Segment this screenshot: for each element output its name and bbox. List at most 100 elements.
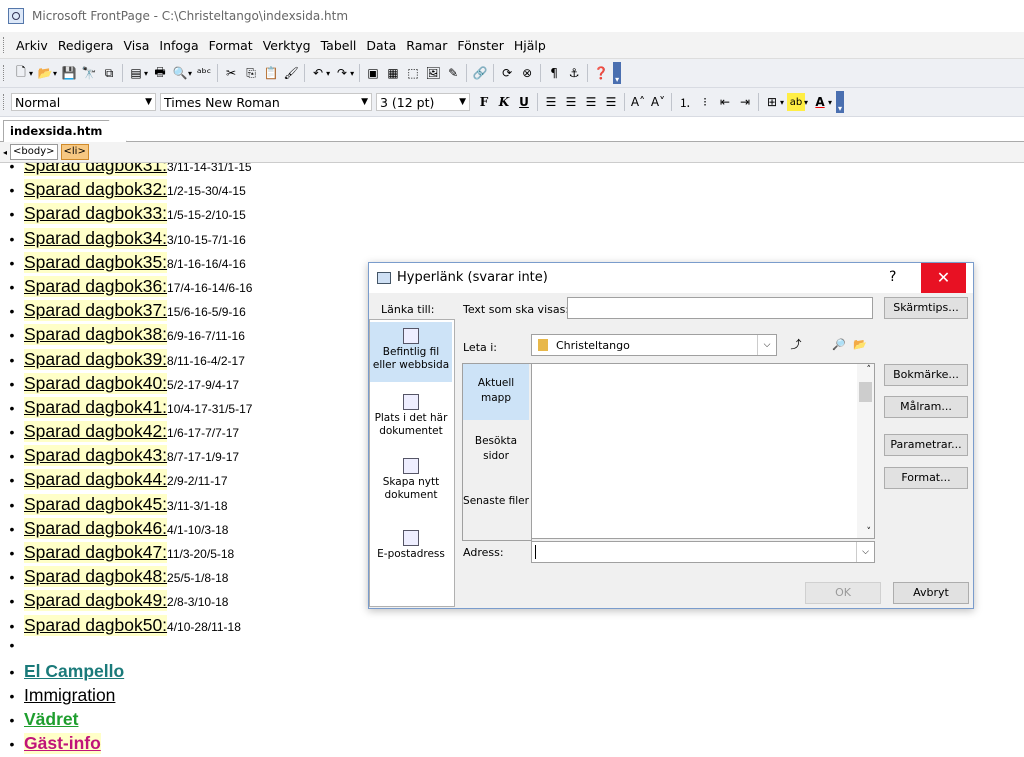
publish-icon[interactable]: ⧉ [100,64,118,82]
menu-data[interactable]: Data [361,38,401,53]
toolbar-overflow-icon[interactable]: ▾ [613,62,622,84]
font-select[interactable]: Times New Roman ▼ [160,93,372,111]
menu-visa[interactable]: Visa [118,38,154,53]
text-to-display-field[interactable] [567,297,873,319]
underline-icon[interactable]: U [515,93,533,111]
spelling-icon[interactable]: ᵃᵇᶜ [195,64,213,82]
toolbar-overflow-icon[interactable]: ▾ [836,91,845,113]
hyperlink-icon[interactable]: 🔗 [471,64,489,82]
align-left-icon[interactable]: ☰ [542,93,560,111]
diary-link[interactable]: Sparad dagbok46: [24,517,168,539]
menu-infoga[interactable]: Infoga [154,38,203,53]
align-right-icon[interactable]: ☰ [582,93,600,111]
diary-link[interactable]: Sparad dagbok33: [24,203,168,225]
site-link[interactable]: El Campello [24,661,124,682]
address-field[interactable]: ⌵ [531,541,875,563]
web-component-icon[interactable]: ▣ [364,64,382,82]
drawing-icon[interactable]: ✎ [444,64,462,82]
toolbar-grip[interactable] [3,37,7,53]
help-icon[interactable]: ❓ [592,64,610,82]
bookmark-button[interactable]: Bokmärke... [884,364,968,386]
site-link[interactable]: Vädret [24,709,78,730]
style-select[interactable]: Normal ▼ [11,93,156,111]
link-place-in-document[interactable]: Plats i det här dokumentet [370,394,452,438]
frontpage-app-icon[interactable] [8,8,24,24]
diary-link[interactable]: Sparad dagbok42: [24,421,168,443]
link-existing-file[interactable]: Befintlig fil eller webbsida [370,322,452,382]
scrollbar[interactable]: ˄ ˅ [857,364,874,538]
diary-link[interactable]: Sparad dagbok37: [24,300,168,322]
diary-link[interactable]: Sparad dagbok49: [24,590,168,612]
diary-link[interactable]: Sparad dagbok34: [24,227,168,249]
diary-link[interactable]: Sparad dagbok36: [24,275,168,297]
diary-link[interactable]: Sparad dagbok38: [24,324,168,346]
screentip-button[interactable]: Skärmtips... [884,297,968,319]
save-icon[interactable]: 💾 [60,64,78,82]
file-list[interactable]: ˄ ˅ [531,363,875,539]
format-painter-icon[interactable]: 🖌 [282,64,300,82]
scroll-up-icon[interactable]: ˄ [867,365,872,375]
decrease-font-icon[interactable]: A˅ [649,93,667,111]
toolbar-grip[interactable] [3,94,7,110]
browse-file-icon[interactable]: 📂 [851,336,869,354]
tag-body[interactable]: <body> [10,144,58,160]
diary-link[interactable]: Sparad dagbok47: [24,542,168,563]
bold-icon[interactable]: F [475,93,493,111]
increase-indent-icon[interactable]: ⇥ [736,93,754,111]
copy-icon[interactable]: ⎘ [242,64,260,82]
tag-li[interactable]: <li> [60,144,89,160]
diary-link[interactable]: Sparad dagbok40: [24,372,168,394]
diary-link[interactable]: Sparad dagbok50: [24,614,168,636]
diary-link[interactable]: Sparad dagbok44: [24,469,168,491]
borders-icon[interactable]: ⊞ [763,93,781,111]
numbered-list-icon[interactable]: ⒈ [676,93,694,111]
menu-tabell[interactable]: Tabell [316,38,362,53]
browse-web-icon[interactable]: 🔎 [830,336,848,354]
diary-link[interactable]: Sparad dagbok43: [24,445,168,467]
menu-hjälp[interactable]: Hjälp [509,38,551,53]
cut-icon[interactable]: ✂ [222,64,240,82]
undo-icon[interactable]: ↶ [309,64,327,82]
site-link[interactable]: Immigration [24,685,115,706]
open-folder-icon[interactable]: 📂 [36,64,54,82]
decrease-indent-icon[interactable]: ⇤ [716,93,734,111]
font-color-icon[interactable]: A [811,93,829,111]
ok-button[interactable]: OK [805,582,881,604]
diary-link[interactable]: Sparad dagbok41: [24,396,168,418]
find-icon[interactable]: 🔭 [80,64,98,82]
look-in-select[interactable]: Christeltango ⌵ [531,334,777,356]
parameters-button[interactable]: Parametrar... [884,434,968,456]
increase-font-icon[interactable]: A˄ [629,93,647,111]
up-folder-icon[interactable]: ⤴ [787,336,805,354]
diary-link[interactable]: Sparad dagbok31: [24,163,168,176]
browsed-pages-item[interactable]: Besökta sidor [463,434,529,464]
redo-icon[interactable]: ↷ [333,64,351,82]
recent-files-item[interactable]: Senaste filer [463,494,529,509]
stop-icon[interactable]: ⊗ [518,64,536,82]
print-icon[interactable]: 🖶 [151,64,169,82]
italic-icon[interactable]: K [495,93,513,111]
justify-icon[interactable]: ☰ [602,93,620,111]
tab-indexsida[interactable]: indexsida.htm [3,120,128,142]
highlight-icon[interactable]: ab [787,93,806,111]
cancel-button[interactable]: Avbryt [893,582,969,604]
format-button[interactable]: Format... [884,467,968,489]
diary-link[interactable]: Sparad dagbok35: [24,251,168,273]
align-center-icon[interactable]: ☰ [562,93,580,111]
menu-verktyg[interactable]: Verktyg [258,38,316,53]
toolbar-grip[interactable] [3,65,7,81]
scroll-left-icon[interactable]: ◂ [3,148,7,157]
help-button[interactable]: ? [889,269,896,285]
font-size-select[interactable]: 3 (12 pt) ▼ [376,93,470,111]
new-page-icon[interactable]: 🗋 [12,64,30,82]
diary-link[interactable]: Sparad dagbok39: [24,348,168,370]
anchor-icon[interactable]: ⚓ [565,64,583,82]
insert-table-icon[interactable]: ▦ [384,64,402,82]
scroll-down-icon[interactable]: ˅ [867,527,872,537]
diary-link[interactable]: Sparad dagbok48: [24,566,168,588]
close-button[interactable]: ✕ [921,263,966,293]
insert-layer-icon[interactable]: ⬚ [404,64,422,82]
link-email[interactable]: E-postadress [370,530,452,561]
site-link[interactable]: Gäst-info [24,733,101,754]
preview-icon[interactable]: 🔍 [171,64,189,82]
